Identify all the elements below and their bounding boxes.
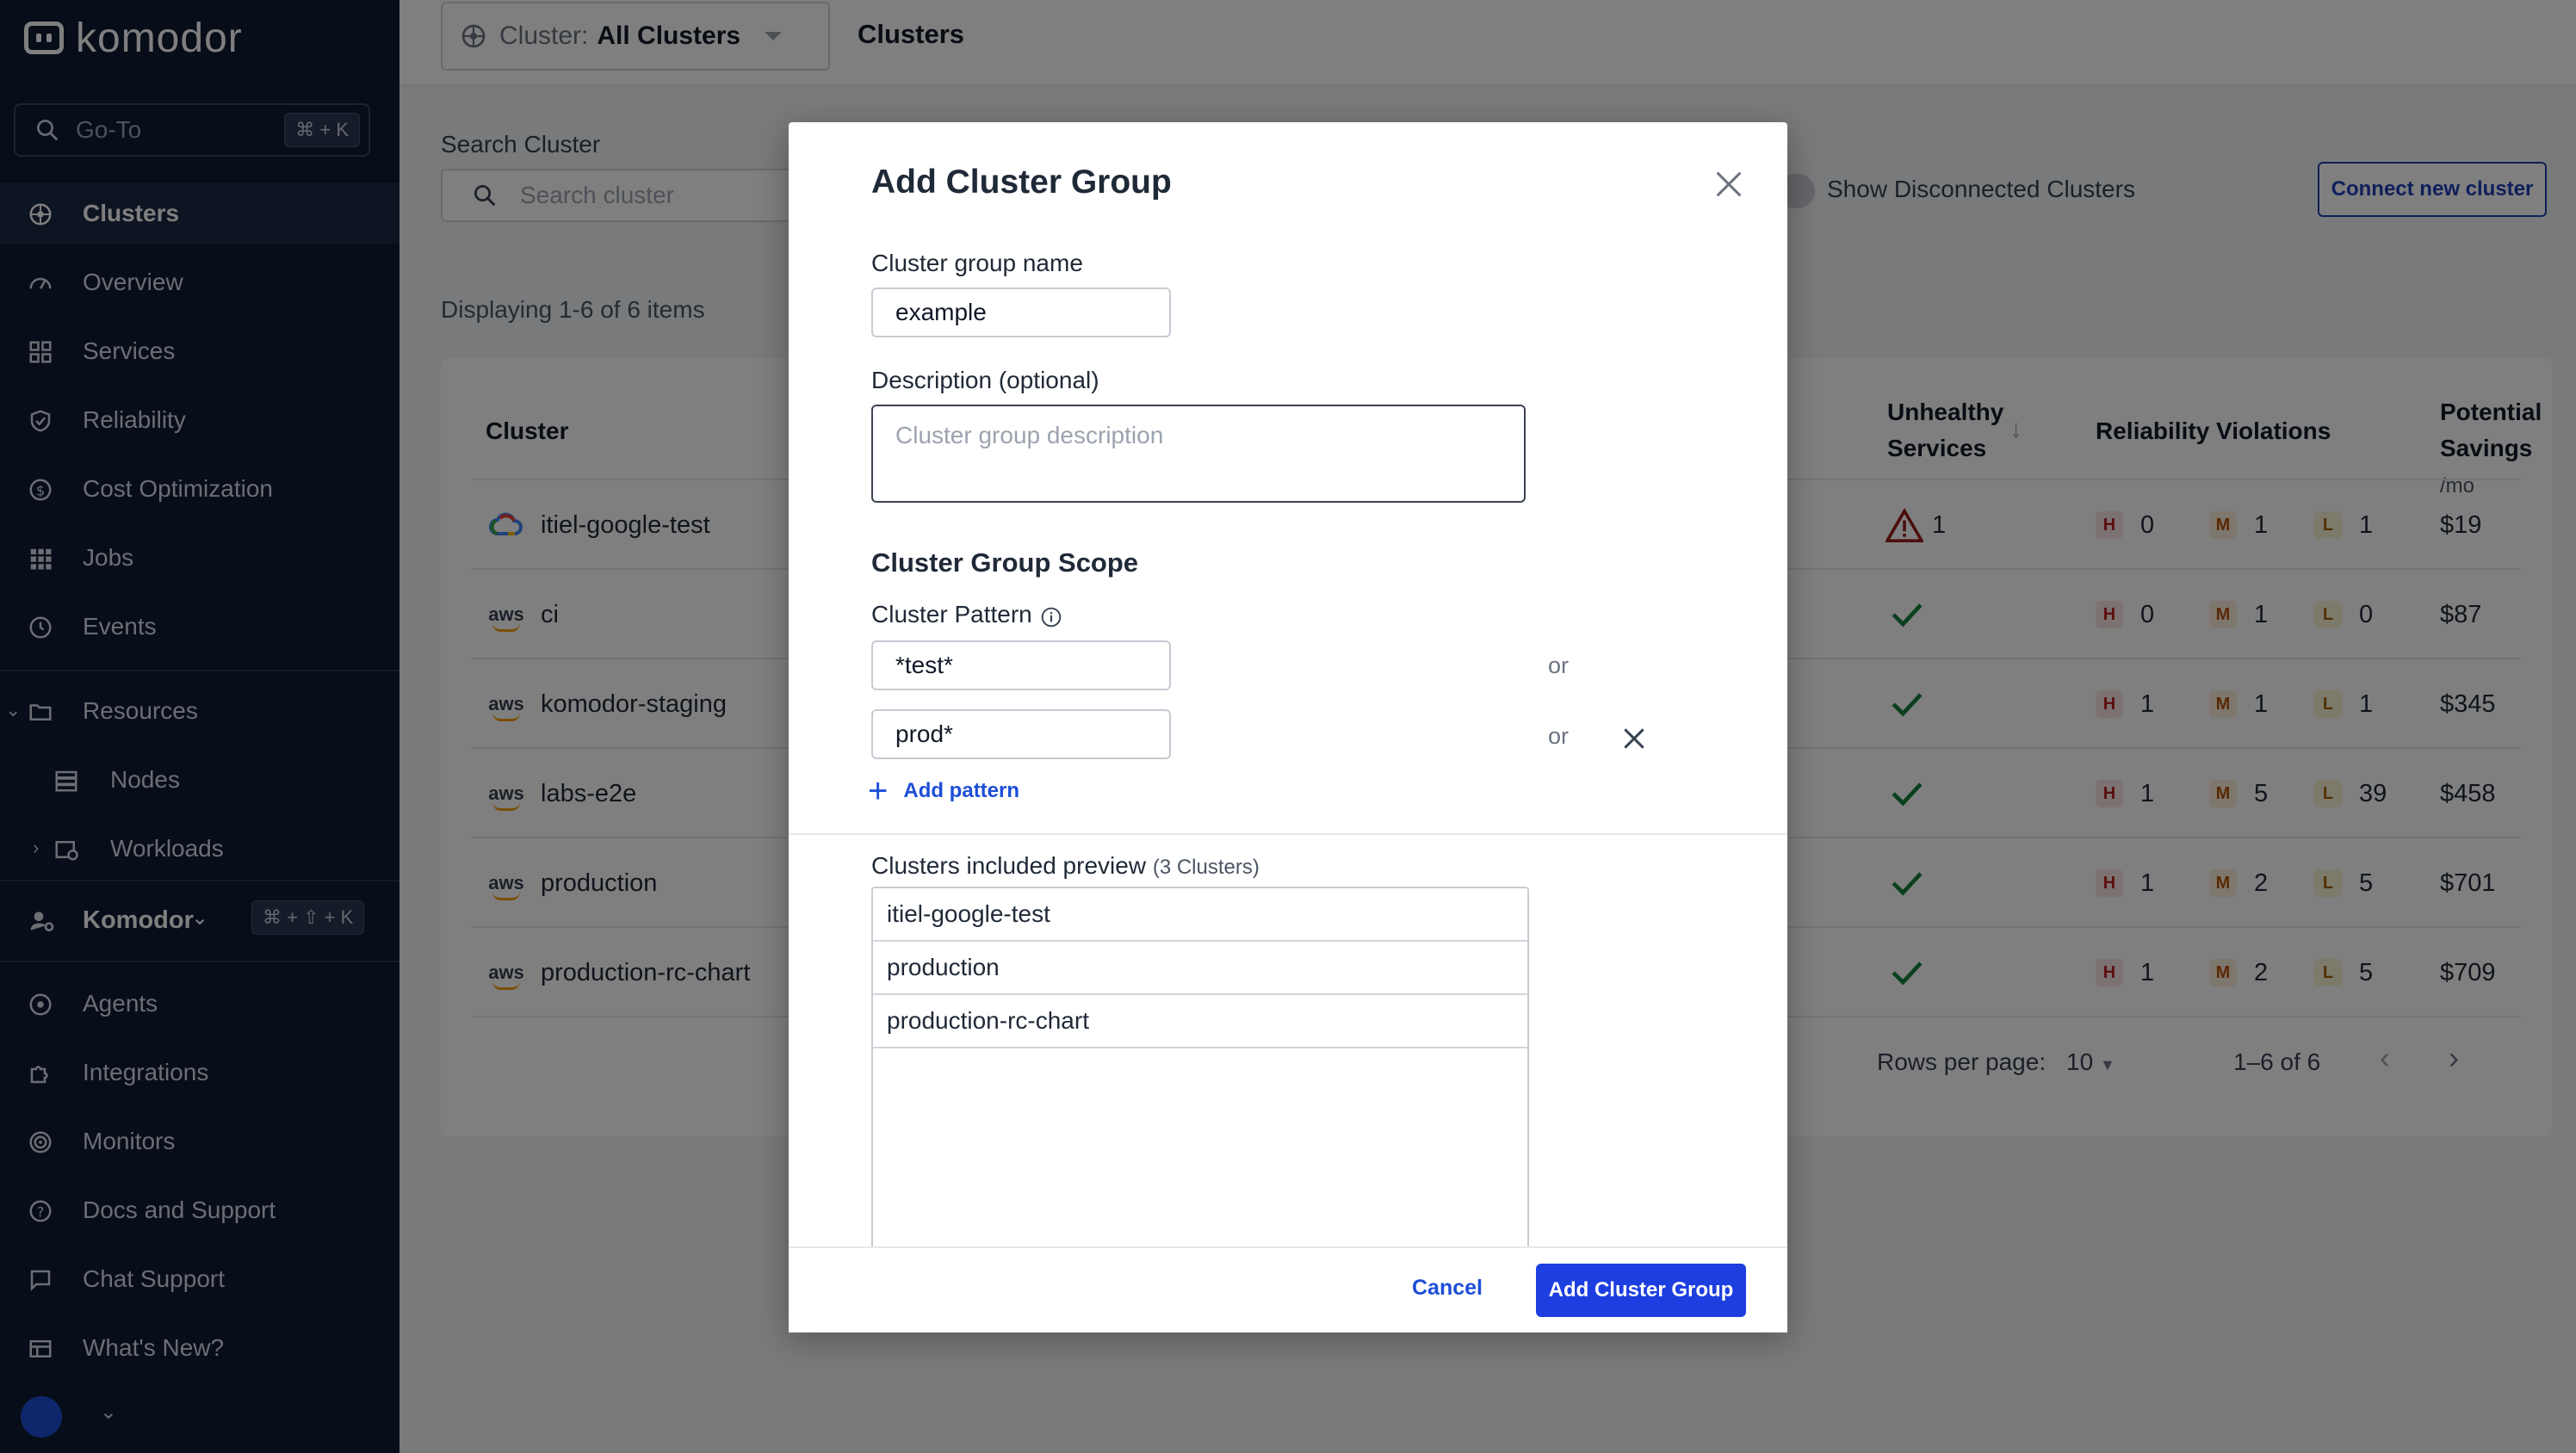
add-pattern-label: Add pattern	[903, 779, 1020, 802]
group-name-input[interactable]: example	[871, 288, 1171, 337]
list-item: itiel-google-test	[873, 888, 1527, 942]
list-item: production	[873, 942, 1527, 995]
add-cluster-group-dialog: Add Cluster Group Cluster group name exa…	[789, 122, 1787, 1332]
cluster-pattern-input[interactable]: prod*	[871, 709, 1171, 759]
cancel-button[interactable]: Cancel	[1412, 1276, 1483, 1301]
description-label: Description (optional)	[871, 367, 1099, 393]
add-cluster-group-button[interactable]: Add Cluster Group	[1536, 1264, 1746, 1317]
list-item: production-rc-chart	[873, 995, 1527, 1048]
cluster-pattern-input[interactable]: *test*	[871, 640, 1171, 690]
or-label: or	[1548, 723, 1570, 749]
dialog-footer: Cancel Add Cluster Group	[789, 1246, 1787, 1332]
description-textarea[interactable]: Cluster group description	[871, 405, 1526, 503]
dialog-divider	[789, 833, 1787, 835]
add-pattern-button[interactable]: + Add pattern	[868, 772, 1020, 810]
close-icon[interactable]	[1712, 167, 1746, 201]
cluster-pattern-label: Cluster Pattern	[871, 601, 1032, 628]
or-label: or	[1548, 652, 1570, 678]
clusters-preview-list: itiel-google-test production production-…	[871, 887, 1529, 1265]
dialog-title: Add Cluster Group	[871, 164, 1172, 201]
preview-label: Clusters included preview (3 Clusters)	[871, 852, 1260, 880]
plus-icon: +	[868, 772, 889, 810]
preview-title: Clusters included preview	[871, 852, 1147, 879]
group-name-label: Cluster group name	[871, 250, 1083, 276]
info-icon[interactable]	[1040, 606, 1062, 628]
scope-section-title: Cluster Group Scope	[871, 547, 1139, 578]
remove-pattern-icon[interactable]	[1620, 725, 1648, 752]
preview-count: (3 Clusters)	[1152, 856, 1260, 879]
